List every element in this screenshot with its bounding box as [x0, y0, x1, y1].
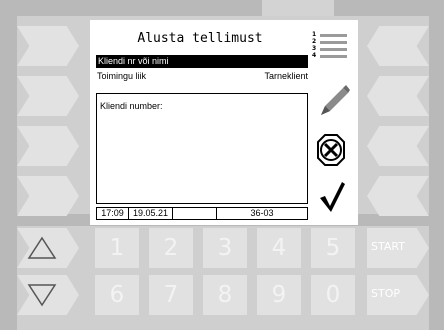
status-empty	[173, 208, 216, 219]
digit-key-2[interactable]: 2	[149, 228, 193, 268]
menu-number: 4	[312, 52, 317, 59]
client-number-input[interactable]: Kliendi number:	[96, 93, 308, 204]
digit-key-4[interactable]: 4	[257, 228, 301, 268]
start-label: START	[371, 240, 405, 253]
digit-key-5[interactable]: 5	[311, 228, 355, 268]
numbered-list-icon[interactable]: 1 2 3 4	[312, 31, 352, 66]
menu-number: 1	[312, 31, 317, 38]
operation-type-label: Toimingu liik	[97, 71, 147, 81]
operation-type-value: Tarneklient	[264, 71, 308, 81]
down-triangle-icon	[27, 284, 57, 307]
client-number-label: Kliendi number:	[100, 101, 163, 111]
selected-field-client[interactable]: Kliendi nr või nimi	[96, 55, 308, 68]
digit-key-3[interactable]: 3	[203, 228, 247, 268]
menu-number: 2	[312, 38, 317, 45]
stop-button[interactable]: STOP	[367, 275, 429, 315]
menu-number: 3	[312, 45, 317, 52]
status-time: 17:09	[101, 208, 124, 218]
digit-key-9[interactable]: 9	[257, 275, 301, 315]
digit-key-0[interactable]: 0	[311, 275, 355, 315]
display-screen: Alusta tellimust 1 2 3 4 Kliendi nr või …	[90, 20, 358, 225]
digit-key-1[interactable]: 1	[95, 228, 139, 268]
status-bar: 17:09 19.05.21 36-03	[96, 207, 308, 220]
status-date: 19.05.21	[132, 208, 169, 218]
checkmark-icon[interactable]	[317, 180, 347, 214]
page-title: Alusta tellimust	[137, 31, 263, 46]
status-code: 36-03	[250, 208, 274, 218]
up-triangle-icon	[27, 236, 57, 259]
digit-key-6[interactable]: 6	[95, 275, 139, 315]
stop-label: STOP	[371, 287, 400, 300]
start-button[interactable]: START	[367, 228, 429, 268]
cancel-x-icon[interactable]	[316, 133, 346, 167]
digit-key-7[interactable]: 7	[149, 275, 193, 315]
operation-type-row[interactable]: Toimingu liik Tarneklient	[96, 71, 308, 83]
digit-key-8[interactable]: 8	[203, 275, 247, 315]
pencil-icon[interactable]	[316, 84, 350, 118]
